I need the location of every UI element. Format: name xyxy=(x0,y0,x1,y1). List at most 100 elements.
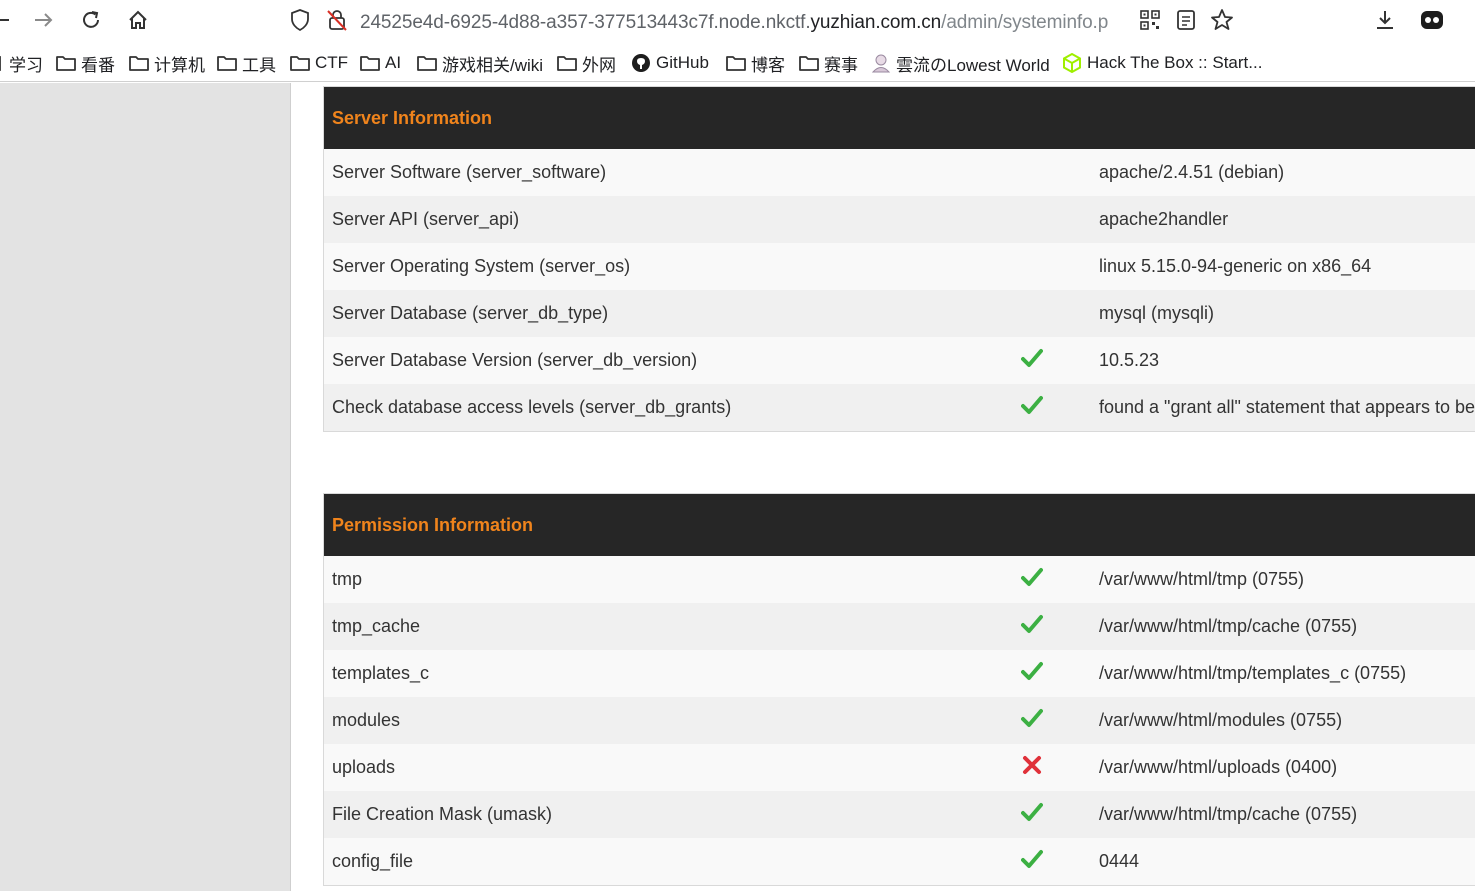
row-value: /var/www/html/modules (0755) xyxy=(1099,710,1343,730)
browser-toolbar: 24525e4d-6925-4d88-a357-377513443c7f.nod… xyxy=(0,0,1475,40)
folder-icon xyxy=(290,56,310,71)
permission-info-section: Permission Information tmp/var/www/html/… xyxy=(323,493,1475,886)
table-row: Check database access levels (server_db_… xyxy=(324,384,1475,431)
row-value: /var/www/html/tmp/cache (0755) xyxy=(1099,616,1358,636)
table-row: Server Database (server_db_type) mysql (m… xyxy=(324,290,1475,337)
forward-button[interactable] xyxy=(30,6,58,34)
row-value: linux 5.15.0-94-generic on x86_64 xyxy=(1099,256,1372,276)
github-icon xyxy=(632,54,650,72)
row-label: Server Database (server_db_type) xyxy=(332,303,609,323)
row-value: /var/www/html/tmp (0755) xyxy=(1099,569,1305,589)
check-icon xyxy=(1021,848,1043,870)
bookmark-item[interactable]: 博客 xyxy=(726,52,785,75)
bookmark-item[interactable]: 赛事 xyxy=(799,52,858,75)
address-bar[interactable]: 24525e4d-6925-4d88-a357-377513443c7f.nod… xyxy=(282,4,1138,36)
bookmark-label: 赛事 xyxy=(824,55,858,75)
star-icon xyxy=(1211,9,1233,30)
page-content: Server Information Server Software (serv… xyxy=(0,83,1475,891)
row-value: apache2handler xyxy=(1099,209,1229,229)
bookmark-item[interactable]: AI xyxy=(360,52,401,74)
bookmark-item[interactable]: 计算机 xyxy=(129,52,205,75)
back-button[interactable] xyxy=(0,6,14,34)
check-icon xyxy=(1021,347,1043,369)
table-row: Server Database Version (server_db_versi… xyxy=(324,337,1475,384)
bookmarks-bar: 学习 看番 计算机 工具 CTF AI 游戏相关/wiki 外网 GitHub … xyxy=(0,44,1475,82)
row-label: Check database access levels (server_db_… xyxy=(332,397,732,417)
check-icon xyxy=(1021,660,1043,682)
reader-mode-button[interactable] xyxy=(1172,6,1200,34)
bookmark-label: 学习 xyxy=(9,55,43,75)
reload-icon xyxy=(83,11,99,28)
reload-button[interactable] xyxy=(77,6,105,34)
bookmark-label: 外网 xyxy=(582,55,616,75)
table-row: modules/var/www/html/modules (0755) xyxy=(324,697,1475,744)
server-info-rows: Server Software (server_software) apache/… xyxy=(324,149,1475,431)
bookmark-star-button[interactable] xyxy=(1208,6,1236,34)
row-label: templates_c xyxy=(332,663,430,683)
bookmark-item[interactable]: 看番 xyxy=(56,52,115,75)
bookmark-label: 工具 xyxy=(242,55,276,75)
home-button[interactable] xyxy=(124,6,152,34)
server-info-section: Server Information Server Software (serv… xyxy=(323,86,1475,432)
section-header: Server Information xyxy=(324,87,1475,149)
row-value: 0444 xyxy=(1099,851,1140,871)
bookmark-label: GitHub xyxy=(656,53,709,72)
bookmark-item[interactable]: 雲流のLowest World xyxy=(871,52,1050,75)
row-value: apache/2.4.51 (debian) xyxy=(1099,162,1285,182)
htb-cube-icon xyxy=(1063,53,1081,73)
table-row: templates_c/var/www/html/tmp/templates_c… xyxy=(324,650,1475,697)
url-text[interactable]: 24525e4d-6925-4d88-a357-377513443c7f.nod… xyxy=(360,12,1130,34)
bookmark-item[interactable]: 外网 xyxy=(557,52,616,75)
row-label: tmp xyxy=(332,569,363,589)
row-label: uploads xyxy=(332,757,396,777)
row-label: File Creation Mask (umask) xyxy=(332,804,553,824)
folder-icon xyxy=(360,56,380,71)
check-icon xyxy=(1021,394,1043,416)
cross-icon xyxy=(1021,754,1043,776)
bookmark-item[interactable]: 游戏相关/wiki xyxy=(417,52,543,75)
qr-code-icon xyxy=(1140,10,1160,30)
bookmark-item[interactable]: 学习 xyxy=(0,52,43,75)
bookmark-label: 计算机 xyxy=(154,55,205,75)
row-label: Server Database Version (server_db_versi… xyxy=(332,350,698,370)
check-icon xyxy=(1021,707,1043,729)
table-row: Server API (server_api) apache2handler xyxy=(324,196,1475,243)
bookmark-item[interactable]: Hack The Box :: Start... xyxy=(1062,52,1262,74)
folder-icon xyxy=(799,56,819,71)
table-row: Server Software (server_software) apache/… xyxy=(324,149,1475,196)
row-label: Server Operating System (server_os) xyxy=(332,256,631,276)
admin-sidebar xyxy=(0,83,291,891)
extension-button[interactable] xyxy=(1418,6,1446,34)
row-value: 10.5.23 xyxy=(1099,350,1160,370)
folder-icon xyxy=(217,56,237,71)
table-row: uploads/var/www/html/uploads (0400) xyxy=(324,744,1475,791)
bookmark-label: CTF xyxy=(315,53,349,72)
bookmark-item[interactable]: GitHub xyxy=(631,52,709,74)
downloads-button[interactable] xyxy=(1371,6,1399,34)
url-path: /admin/systeminfo.p xyxy=(941,12,1109,33)
table-row: Server Operating System (server_os) linux… xyxy=(324,243,1475,290)
table-row: config_file 0444 xyxy=(324,838,1475,885)
insecure-lock-icon[interactable] xyxy=(326,8,348,37)
folder-icon xyxy=(726,56,746,71)
arrow-left-icon xyxy=(0,19,9,21)
row-value: /var/www/html/uploads (0400) xyxy=(1099,757,1338,777)
bookmark-label: Hack The Box :: Start... xyxy=(1087,53,1263,72)
row-label: config_file xyxy=(332,851,414,871)
qr-code-button[interactable] xyxy=(1136,6,1164,34)
table-row: File Creation Mask (umask) /var/www/html/… xyxy=(324,791,1475,838)
shield-icon[interactable] xyxy=(289,8,311,37)
section-header: Permission Information xyxy=(324,494,1475,556)
row-value: /var/www/html/tmp/templates_c (0755) xyxy=(1099,663,1407,683)
url-host: yuzhian.com.cn xyxy=(810,12,942,33)
home-icon xyxy=(129,10,147,29)
folder-icon xyxy=(417,56,437,71)
section-title: Server Information xyxy=(332,107,493,128)
table-row: tmp_cache/var/www/html/tmp/cache (0755) xyxy=(324,603,1475,650)
bookmark-label: 博客 xyxy=(751,55,785,75)
row-value: found a "grant all" statement that appea… xyxy=(1099,397,1475,417)
bookmark-label: 雲流のLowest World xyxy=(896,55,1050,75)
bookmark-item[interactable]: CTF xyxy=(290,52,348,74)
row-value: /var/www/html/tmp/cache (0755) xyxy=(1099,804,1358,824)
bookmark-item[interactable]: 工具 xyxy=(217,52,276,75)
